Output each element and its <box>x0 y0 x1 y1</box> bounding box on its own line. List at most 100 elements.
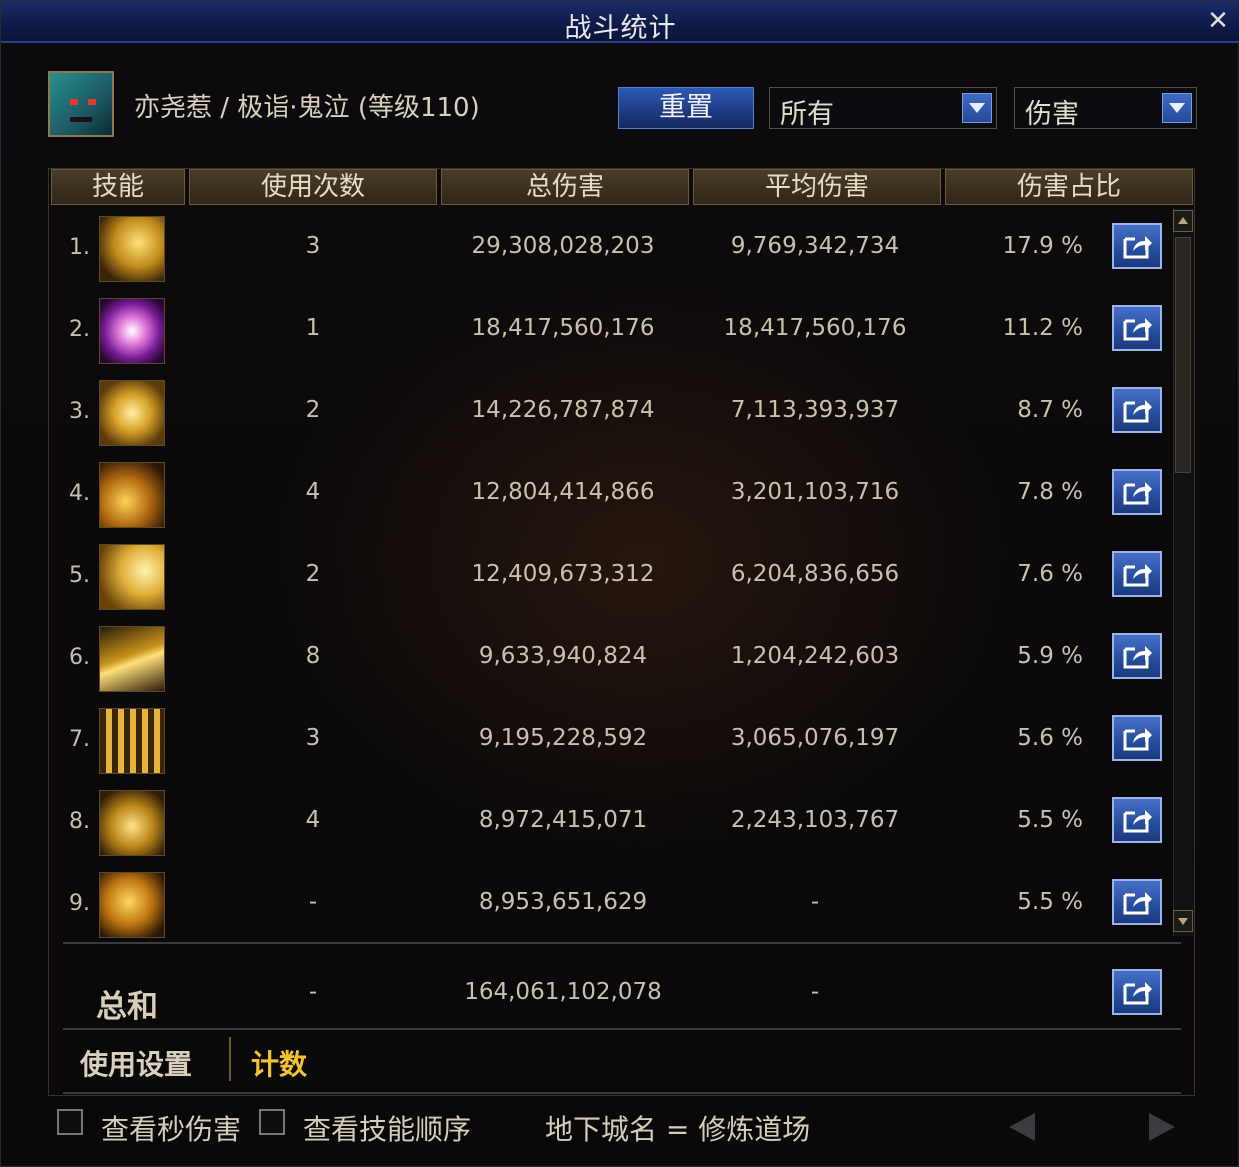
portrait-mouth <box>70 117 92 122</box>
scrollbar-thumb[interactable] <box>1175 237 1191 473</box>
dropdown-arrow-icon[interactable] <box>1162 93 1192 123</box>
reset-button[interactable]: 重置 <box>618 87 754 129</box>
close-icon[interactable]: ✕ <box>1204 7 1232 35</box>
row-total-damage: 8,953,651,629 <box>478 889 648 915</box>
row-rank: 6. <box>69 645 90 670</box>
divider <box>63 1028 1181 1030</box>
check-dps-checkbox[interactable] <box>57 1109 83 1135</box>
window-title: 战斗统计 <box>564 13 677 44</box>
row-avg-damage: 18,417,560,176 <box>723 315 907 341</box>
portrait-eye-left <box>70 99 78 105</box>
share-icon[interactable] <box>1112 387 1162 433</box>
check-order-label: 查看技能顺序 <box>303 1113 472 1146</box>
row-total-damage: 29,308,028,203 <box>471 233 655 259</box>
character-name: 亦尧惹 / 极诣·鬼泣 (等级110) <box>134 93 480 123</box>
row-uses: 4 <box>305 807 321 833</box>
table-row: 6. 8 9,633,940,824 1,204,242,603 5.9 % <box>63 623 1173 703</box>
portrait-eye-right <box>88 99 96 105</box>
col-avg-damage[interactable]: 平均伤害 <box>693 169 941 205</box>
share-icon[interactable] <box>1112 969 1162 1015</box>
row-rank: 8. <box>69 809 90 834</box>
row-uses: 3 <box>305 233 321 259</box>
scroll-down-icon[interactable] <box>1173 910 1193 932</box>
row-avg-damage: 9,769,342,734 <box>730 233 900 259</box>
skill-flame-icon <box>99 462 165 528</box>
col-total-damage[interactable]: 总伤害 <box>441 169 689 205</box>
skill-dash-icon <box>99 626 165 692</box>
battle-stats-window: 战斗统计 ✕ 亦尧惹 / 极诣·鬼泣 (等级110) 重置 所有 伤害 技能 使… <box>0 0 1239 1167</box>
table-row: 1. 3 29,308,028,203 9,769,342,734 17.9 % <box>63 213 1173 293</box>
metric-select-value: 伤害 <box>1025 99 1079 130</box>
row-rank: 2. <box>69 317 90 342</box>
skill-slash-icon <box>99 216 165 282</box>
col-skill[interactable]: 技能 <box>51 169 185 205</box>
skill-star-icon <box>99 380 165 446</box>
skill-fire-icon <box>99 872 165 938</box>
table-row: 9. - 8,953,651,629 - 5.5 % <box>63 869 1173 949</box>
col-damage-share[interactable]: 伤害占比 <box>945 169 1193 205</box>
check-order-checkbox[interactable] <box>259 1109 285 1135</box>
table-row: 5. 2 12,409,673,312 6,204,836,656 7.6 % <box>63 541 1173 621</box>
title-bar[interactable]: 战斗统计 ✕ <box>1 1 1239 44</box>
row-damage-share: 5.9 % <box>1017 643 1083 669</box>
filter-select[interactable]: 所有 <box>769 87 997 130</box>
share-icon[interactable] <box>1112 633 1162 679</box>
row-avg-damage: 6,204,836,656 <box>730 561 900 587</box>
share-icon[interactable] <box>1112 305 1162 351</box>
share-icon[interactable] <box>1112 797 1162 843</box>
totals-row: - 164,061,102,078 - <box>63 959 1173 1039</box>
divider <box>63 942 1181 944</box>
row-uses: 2 <box>305 561 321 587</box>
table-row: 3. 2 14,226,787,874 7,113,393,937 8.7 % <box>63 377 1173 457</box>
row-total-damage: 18,417,560,176 <box>471 315 655 341</box>
skill-spikes-icon <box>99 708 165 774</box>
skill-beast-icon <box>99 790 165 856</box>
row-damage-share: 7.6 % <box>1017 561 1083 587</box>
row-rank: 4. <box>69 481 90 506</box>
skill-burst-icon <box>99 298 165 364</box>
table-header: 技能 使用次数 总伤害 平均伤害 伤害占比 <box>51 169 1194 205</box>
table-row: 2. 1 18,417,560,176 18,417,560,176 11.2 … <box>63 295 1173 375</box>
row-total-damage: 9,195,228,592 <box>478 725 648 751</box>
row-rank: 1. <box>69 235 90 260</box>
row-damage-share: 5.5 % <box>1017 807 1083 833</box>
totals-label: 总和 <box>96 989 158 1025</box>
share-icon[interactable] <box>1112 879 1162 925</box>
next-page-icon[interactable] <box>1133 1105 1191 1149</box>
row-avg-damage: 1,204,242,603 <box>730 643 900 669</box>
metric-select[interactable]: 伤害 <box>1014 87 1197 130</box>
row-avg-damage: 2,243,103,767 <box>730 807 900 833</box>
row-avg-damage: 3,065,076,197 <box>730 725 900 751</box>
divider <box>63 1092 1181 1094</box>
row-total-damage: 8,972,415,071 <box>478 807 648 833</box>
row-damage-share: 5.5 % <box>1017 889 1083 915</box>
share-icon[interactable] <box>1112 715 1162 761</box>
row-uses: 1 <box>305 315 321 341</box>
col-uses[interactable]: 使用次数 <box>189 169 437 205</box>
share-icon[interactable] <box>1112 551 1162 597</box>
dungeon-name: 地下城名 = 修炼道场 <box>545 1113 811 1146</box>
scroll-up-icon[interactable] <box>1173 210 1193 232</box>
row-total-damage: 14,226,787,874 <box>471 397 655 423</box>
totals-uses: - <box>308 979 318 1005</box>
row-avg-damage: 7,113,393,937 <box>730 397 900 423</box>
row-damage-share: 5.6 % <box>1017 725 1083 751</box>
row-rank: 9. <box>69 891 90 916</box>
row-damage-share: 8.7 % <box>1017 397 1083 423</box>
row-uses: 4 <box>305 479 321 505</box>
prev-page-icon[interactable] <box>993 1105 1051 1149</box>
tab-count[interactable]: 计数 <box>251 1043 307 1083</box>
tab-separator <box>229 1037 231 1081</box>
dropdown-arrow-icon[interactable] <box>962 93 992 123</box>
check-dps-label: 查看秒伤害 <box>101 1113 242 1146</box>
row-rank: 5. <box>69 563 90 588</box>
filter-select-value: 所有 <box>780 99 834 130</box>
share-icon[interactable] <box>1112 469 1162 515</box>
share-icon[interactable] <box>1112 223 1162 269</box>
row-total-damage: 12,409,673,312 <box>471 561 655 587</box>
row-rank: 3. <box>69 399 90 424</box>
row-damage-share: 7.8 % <box>1017 479 1083 505</box>
row-uses: 8 <box>305 643 321 669</box>
totals-damage: 164,061,102,078 <box>464 979 662 1005</box>
tab-usage-settings[interactable]: 使用设置 <box>80 1043 192 1083</box>
